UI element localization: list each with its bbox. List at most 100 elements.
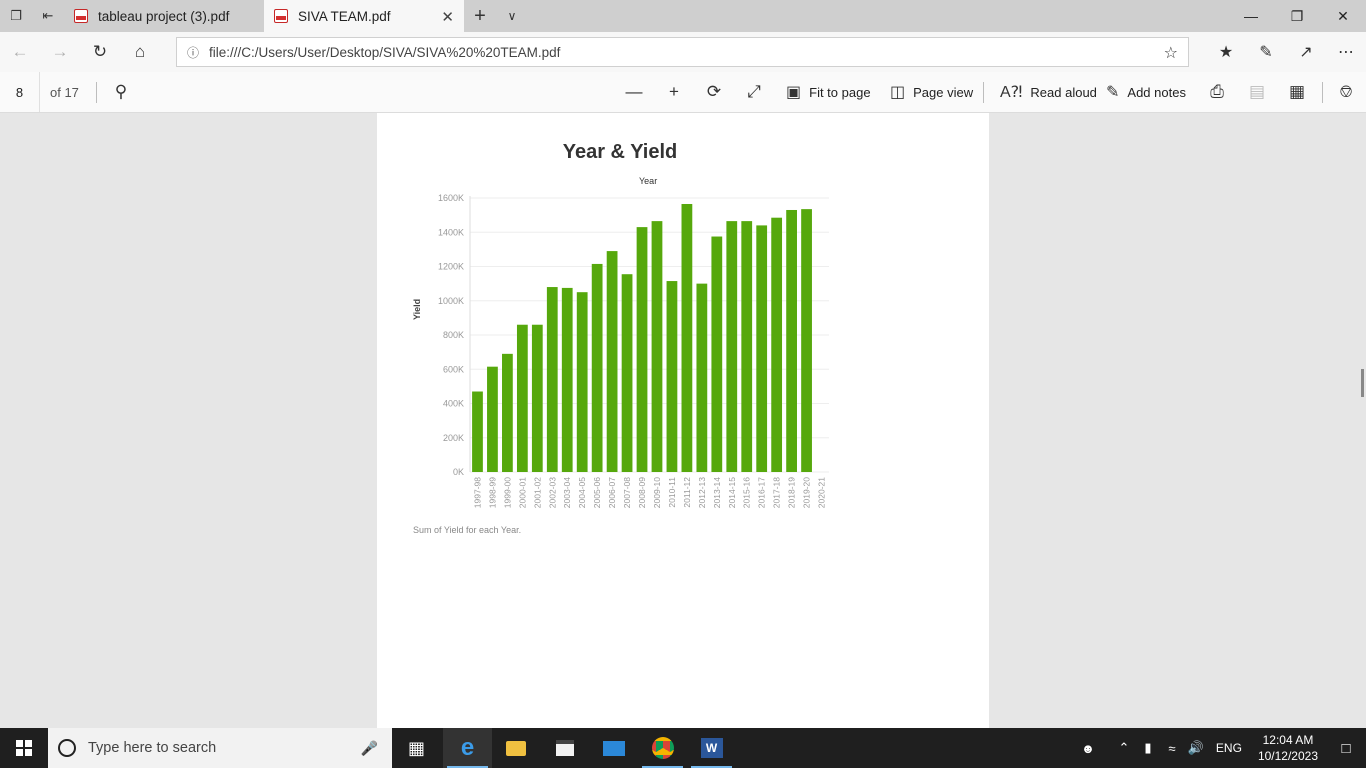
page-view-button[interactable]: ◫ Page view: [890, 72, 973, 112]
chrome-icon[interactable]: [638, 728, 687, 768]
zoom-out-icon[interactable]: —: [614, 72, 654, 112]
x-tick-label: 2012-13: [697, 477, 707, 508]
windows-taskbar: Type here to search 🎤 ▦ e W ☻ ⌃ ▮ ≈ 🔊 EN…: [0, 728, 1366, 768]
clock[interactable]: 12:04 AM 10/12/2023: [1258, 732, 1318, 764]
info-icon[interactable]: ⓘ: [177, 44, 209, 61]
y-tick-label: 600K: [443, 364, 464, 374]
people-icon[interactable]: ☻: [1076, 741, 1100, 756]
bar: [741, 221, 753, 472]
y-tick-label: 400K: [443, 399, 464, 409]
x-tick-label: 2007-08: [622, 477, 632, 508]
x-tick-label: 2001-02: [532, 477, 542, 508]
fullscreen-icon[interactable]: ⤢: [734, 72, 774, 112]
bar: [666, 281, 678, 472]
x-tick-label: 2005-06: [592, 477, 602, 508]
bar: [801, 209, 812, 472]
document-viewport[interactable]: Year & Yield Year Yield 0K 200K 400K 600K 80…: [0, 113, 1366, 728]
tab-list-chevron-icon[interactable]: ∨: [496, 0, 528, 32]
show-hidden-icons-chevron-icon[interactable]: ⌃: [1112, 740, 1136, 756]
word-icon[interactable]: W: [687, 728, 736, 768]
more-menu-icon[interactable]: ⋯: [1326, 32, 1366, 72]
bar: [516, 324, 528, 472]
x-tick-label: 2017-18: [772, 477, 782, 508]
home-button[interactable]: ⌂: [120, 32, 160, 72]
pdf-toolbar: 8 of 17 ⚲ — + ⟳ ⤢ ▣ Fit to page ◫ Page v…: [0, 72, 1366, 113]
start-button[interactable]: [0, 728, 48, 768]
wifi-icon[interactable]: ≈: [1160, 741, 1184, 756]
x-tick-label: 2000-01: [517, 477, 527, 508]
edge-app-icon[interactable]: e: [443, 728, 492, 768]
scrollbar-thumb[interactable]: [1361, 369, 1364, 397]
address-bar: ← → ↻ ⌂ ⓘ file:///C:/Users/User/Desktop/…: [0, 32, 1366, 72]
battery-icon[interactable]: ▮: [1136, 740, 1160, 756]
toolbar-divider: [983, 82, 984, 103]
x-tick-label: 1999-00: [502, 477, 512, 508]
taskbar-search-box[interactable]: Type here to search 🎤: [48, 728, 392, 768]
save-as-icon[interactable]: ▦: [1277, 72, 1317, 112]
share-icon[interactable]: ↗: [1286, 32, 1326, 72]
store-icon[interactable]: [540, 728, 589, 768]
file-explorer-icon[interactable]: [491, 728, 540, 768]
toolbar-divider: [1322, 82, 1323, 103]
bar: [681, 203, 693, 472]
tab-tableau-project[interactable]: tableau project (3).pdf: [64, 0, 264, 32]
x-tick-label: 2006-07: [607, 477, 617, 508]
volume-icon[interactable]: 🔊: [1184, 740, 1208, 756]
x-tick-label: 2015-16: [742, 477, 752, 508]
page-number-input[interactable]: 8: [0, 72, 40, 112]
tab-siva-team[interactable]: SIVA TEAM.pdf ✕: [264, 0, 464, 32]
url-field[interactable]: ⓘ file:///C:/Users/User/Desktop/SIVA/SIV…: [176, 37, 1189, 67]
bar: [576, 292, 588, 472]
tab-label: tableau project (3).pdf: [98, 8, 230, 24]
page-view-icon: ◫: [890, 84, 906, 101]
y-tick-label: 1200K: [438, 262, 464, 272]
microphone-icon[interactable]: 🎤: [361, 740, 378, 757]
fit-to-page-label: Fit to page: [809, 84, 871, 100]
system-tray: ☻ ⌃ ▮ ≈ 🔊 ENG 12:04 AM 10/12/2023 □: [1076, 728, 1366, 768]
x-tick-label: 1998-99: [487, 477, 497, 508]
browser-tab-bar: ❐ ⇤ tableau project (3).pdf SIVA TEAM.pd…: [0, 0, 1366, 32]
restore-button[interactable]: ❐: [1274, 0, 1320, 32]
pen-icon: ✎: [1106, 84, 1120, 101]
notifications-icon[interactable]: □: [1326, 740, 1366, 757]
save-icon[interactable]: ▤: [1237, 72, 1277, 112]
toolbar-divider: [96, 82, 97, 103]
tab-actions-icon[interactable]: ❐: [0, 0, 32, 32]
refresh-button[interactable]: ↻: [80, 32, 120, 72]
close-tab-icon[interactable]: ✕: [441, 8, 454, 26]
bar: [531, 324, 543, 472]
print-icon[interactable]: ⎙: [1197, 72, 1237, 112]
cortana-icon: [58, 739, 76, 757]
back-button[interactable]: ←: [0, 32, 40, 72]
add-notes-button[interactable]: ✎ Add notes: [1106, 72, 1186, 112]
x-tick-label: 2018-19: [787, 477, 797, 508]
bar: [561, 287, 573, 472]
favorites-icon[interactable]: ★: [1206, 32, 1246, 72]
tab-label: SIVA TEAM.pdf: [298, 8, 391, 24]
minimize-button[interactable]: —: [1228, 0, 1274, 32]
x-tick-label: 2014-15: [727, 477, 737, 508]
bar: [696, 283, 708, 472]
windows-logo-icon: [16, 740, 32, 756]
read-aloud-button[interactable]: A⁈ Read aloud: [1000, 72, 1097, 112]
url-text: file:///C:/Users/User/Desktop/SIVA/SIVA%…: [209, 44, 561, 60]
x-tick-label: 2008-09: [637, 477, 647, 508]
forward-button[interactable]: →: [40, 32, 80, 72]
pin-toolbar-icon[interactable]: ⎊: [1326, 72, 1366, 112]
x-tick-label: 2020-21: [817, 477, 827, 508]
close-window-button[interactable]: ✕: [1320, 0, 1366, 32]
set-aside-tabs-icon[interactable]: ⇤: [32, 0, 64, 32]
favorite-star-icon[interactable]: ☆: [1164, 43, 1178, 63]
pen-icon[interactable]: ✎: [1246, 32, 1286, 72]
rotate-icon[interactable]: ⟳: [694, 72, 734, 112]
clock-date: 10/12/2023: [1257, 749, 1318, 763]
search-icon[interactable]: ⚲: [101, 72, 141, 112]
x-tick-label: 2009-10: [652, 477, 662, 508]
zoom-in-icon[interactable]: +: [654, 72, 694, 112]
fit-to-page-button[interactable]: ▣ Fit to page: [786, 72, 871, 112]
task-view-icon[interactable]: ▦: [392, 728, 441, 768]
add-notes-label: Add notes: [1127, 84, 1186, 100]
language-indicator[interactable]: ENG: [1216, 741, 1242, 755]
mail-icon[interactable]: [589, 728, 638, 768]
new-tab-button[interactable]: +: [464, 0, 496, 32]
